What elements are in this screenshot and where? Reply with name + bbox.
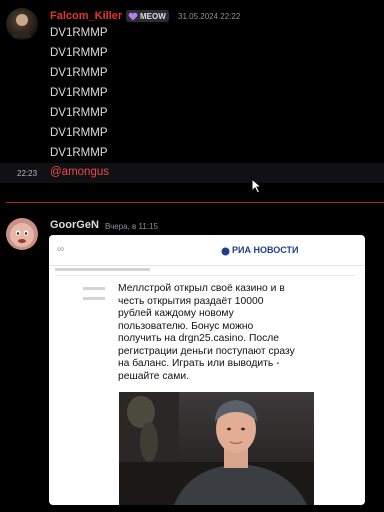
message-line: DV1RMMP — [50, 87, 108, 99]
message-line: DV1RMMP — [50, 47, 108, 59]
user-mention[interactable]: @amongus — [50, 166, 109, 178]
message-line: DV1RMMP — [50, 127, 108, 139]
message-line: DV1RMMP — [50, 107, 108, 119]
message-timestamp: Вчера, в 11:15 — [105, 222, 158, 231]
article-line: регистрации деньги поступают сразу — [118, 345, 295, 357]
author-name[interactable]: GoorGeN — [50, 219, 99, 231]
avatar-face-icon — [10, 223, 34, 247]
embed-logo-mark: ∞ — [57, 244, 65, 255]
embed-meta-line — [55, 268, 150, 271]
ria-logo-icon — [221, 247, 230, 256]
ria-brand: РИА НОВОСТИ — [232, 245, 299, 255]
cursor-icon — [251, 178, 263, 194]
person-photo-icon — [119, 392, 314, 505]
article-line: рублей каждому новому — [118, 308, 234, 319]
message-timestamp: 31.05.2024 22:22 — [178, 12, 241, 21]
article-line: получить на drgn25.casino. После — [118, 333, 279, 344]
embed-side-label — [83, 297, 105, 300]
article-text: Меллстрой открыл своё казино и в честь о… — [118, 283, 364, 383]
embed-header: ∞ РИА НОВОСТИ — [49, 235, 365, 266]
message-line: DV1RMMP — [50, 67, 108, 79]
role-badge[interactable]: MEOW — [126, 10, 169, 22]
heart-icon — [128, 12, 138, 20]
avatar-figure-icon — [11, 14, 33, 38]
article-photo — [119, 392, 314, 505]
embed-rule — [55, 275, 355, 276]
author-name[interactable]: Falcom_Killer — [50, 10, 122, 22]
embed-side-label — [83, 287, 105, 290]
article-line: Меллстрой открыл своё казино и в — [118, 283, 285, 294]
article-line: пользователю. Бонус можно — [118, 320, 254, 332]
embedded-image[interactable]: ∞ РИА НОВОСТИ Меллстрой открыл своё кази… — [49, 235, 365, 505]
hover-timestamp: 22:23 — [17, 169, 38, 178]
avatar[interactable] — [6, 8, 38, 40]
message-line: DV1RMMP — [50, 27, 108, 39]
article-line: решайте сами. — [118, 370, 189, 382]
article-line: честь открытия раздаёт 10000 — [118, 295, 264, 307]
new-messages-divider — [6, 202, 384, 203]
badge-label: MEOW — [140, 11, 166, 21]
article-line: на баланс. Играть или выводить - — [118, 358, 280, 369]
avatar[interactable] — [6, 218, 38, 250]
message-line: DV1RMMP — [50, 147, 108, 159]
